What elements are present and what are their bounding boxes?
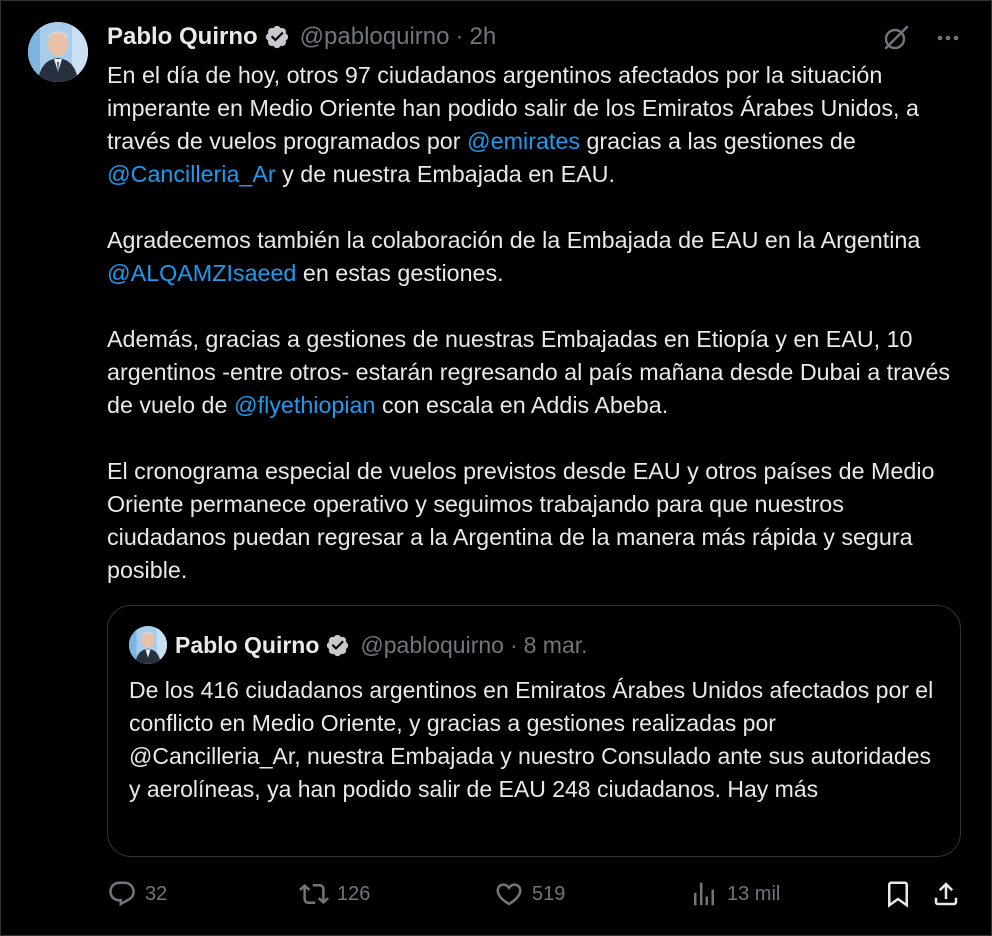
quoted-header-separator: · [509,631,518,658]
author-handle[interactable]: @pabloquirno [300,23,450,51]
quoted-post-header: Pablo Quirno @pabloquirno · 8 mar. [175,629,588,661]
quoted-author-avatar[interactable] [129,626,167,664]
post-paragraph: En el día de hoy, otros 97 ciudadanos ar… [107,59,967,191]
post-paragraph: Además, gracias a gestiones de nuestras … [107,323,967,422]
post-top-actions [881,23,963,53]
quoted-post-timestamp: 8 mar. [523,631,588,658]
repost-button[interactable]: 126 [299,876,370,912]
post-text-segment: Agradecemos también la colaboración de l… [107,227,921,253]
share-icon [934,882,958,906]
quoted-post[interactable]: Pablo Quirno @pabloquirno · 8 mar. De lo… [107,605,961,857]
quoted-author-name: Pablo Quirno [175,631,320,658]
repost-icon [299,883,329,905]
views-chart-icon [694,882,714,906]
heart-icon [496,883,522,906]
author-avatar[interactable] [28,22,88,82]
verified-badge-icon [265,25,288,49]
post-text: En el día de hoy, otros 97 ciudadanos ar… [107,59,967,587]
post-paragraph: El cronograma especial de vuelos previst… [107,455,967,587]
quoted-author-handle: @pabloquirno [360,631,504,658]
repost-count: 126 [337,882,371,905]
share-button[interactable] [931,876,969,912]
verified-badge-icon [327,634,349,656]
views-button[interactable]: 13 mil [689,876,780,912]
reply-button[interactable]: 32 [107,876,167,912]
header-separator: · [455,23,464,50]
quoted-post-text: De los 416 ciudadanos argentinos en Emir… [129,677,934,802]
like-button[interactable]: 519 [494,876,565,912]
post-card: Pablo Quirno @pabloquirno · 2h En el día… [0,0,992,936]
post-text-segment: en estas gestiones. [296,260,504,286]
post-action-bar: 32 126 519 13 mil [107,876,969,912]
bookmark-icon [888,881,908,908]
post-header: Pablo Quirno @pabloquirno · 2h [107,21,496,53]
bookmark-button[interactable] [883,876,921,912]
mention-link[interactable]: @ALQAMZIsaeed [107,260,296,286]
post-text-segment: gracias a las gestiones de [579,128,856,154]
like-count: 519 [532,882,566,905]
post-timestamp[interactable]: 2h [469,23,496,51]
author-name[interactable]: Pablo Quirno [107,23,258,51]
grok-icon[interactable] [881,23,911,53]
post-text-segment: y de nuestra Embajada en EAU. [275,161,615,187]
post-text-segment: El cronograma especial de vuelos previst… [107,458,935,583]
mention-link[interactable]: @Cancilleria_Ar [107,161,276,187]
mention-link[interactable]: @emirates [467,128,580,154]
reply-count: 32 [145,882,168,905]
views-count: 13 mil [727,882,781,905]
reply-icon [109,881,135,907]
post-paragraph: Agradecemos también la colaboración de l… [107,224,967,290]
mention-link[interactable]: @flyethiopian [234,392,376,418]
more-icon[interactable] [933,23,963,53]
post-text-segment: con escala en Addis Abeba. [375,392,669,418]
